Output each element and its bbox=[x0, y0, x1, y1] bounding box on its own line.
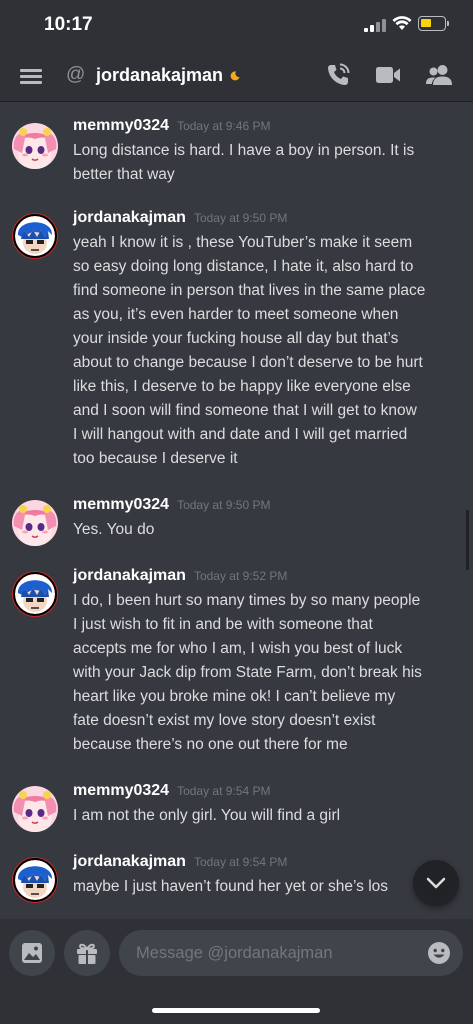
message-timestamp: Today at 9:46 PM bbox=[177, 119, 271, 133]
attach-image-button[interactable] bbox=[9, 930, 55, 976]
message-author[interactable]: memmy0324 Today at 9:54 PM bbox=[73, 782, 270, 800]
message-line: so easy doing long distance, I hate it, … bbox=[73, 258, 414, 275]
message-author[interactable]: jordanakajman Today at 9:50 PM bbox=[73, 209, 287, 227]
avatar[interactable] bbox=[12, 571, 58, 617]
pink-anime-avatar-icon bbox=[12, 786, 58, 832]
hamburger-icon[interactable] bbox=[20, 67, 42, 85]
message-line: I do, I been hurt so many times by so ma… bbox=[73, 592, 421, 609]
pink-anime-avatar-icon bbox=[12, 123, 58, 169]
message-line: better that way bbox=[73, 166, 175, 183]
message-content: yeah I know it is , these YouTuber’s mak… bbox=[73, 231, 461, 471]
status-bar: 10:17 bbox=[0, 0, 473, 50]
avatar[interactable] bbox=[12, 213, 58, 259]
message-content: I am not the only girl. You will find a … bbox=[73, 804, 461, 828]
status-time: 10:17 bbox=[44, 14, 93, 35]
wifi-icon bbox=[392, 16, 412, 30]
message-line: like this, I deserve to be happy like ev… bbox=[73, 378, 411, 395]
message-timestamp: Today at 9:50 PM bbox=[193, 211, 288, 225]
call-icon[interactable] bbox=[325, 62, 351, 88]
message-timestamp: Today at 9:54 PM bbox=[177, 784, 271, 798]
message-content: I do, I been hurt so many times by so ma… bbox=[73, 589, 461, 757]
dm-title[interactable]: jordanakajman bbox=[96, 65, 223, 86]
message-line: too because I deserve it bbox=[73, 450, 238, 467]
at-icon: @ bbox=[66, 64, 86, 85]
composer bbox=[0, 919, 473, 1024]
message-author[interactable]: memmy0324 Today at 9:50 PM bbox=[73, 496, 270, 514]
moon-icon bbox=[230, 71, 240, 81]
jump-to-bottom-button[interactable] bbox=[413, 860, 459, 906]
gift-icon bbox=[77, 943, 97, 964]
message-line: as you, it’s even harder to meet someone… bbox=[73, 306, 399, 323]
message-line: I just wish to fit in and be with someon… bbox=[73, 616, 373, 633]
blue-anime-avatar-icon bbox=[12, 571, 58, 617]
message-line: because there’s no one out there for me bbox=[73, 736, 348, 753]
signal-icon bbox=[364, 18, 386, 32]
message-line: yeah I know it is , these YouTuber’s mak… bbox=[73, 234, 413, 251]
message-line: fate doesn’t exist my love story doesn’t… bbox=[73, 712, 376, 729]
message-line: Yes. You do bbox=[73, 521, 155, 538]
message-line: maybe I just haven’t found her yet or sh… bbox=[73, 878, 389, 895]
message-line: I am not the only girl. You will find a … bbox=[73, 807, 341, 824]
avatar[interactable] bbox=[12, 786, 58, 832]
avatar[interactable] bbox=[12, 857, 58, 903]
dm-header: @ jordanakajman bbox=[0, 50, 473, 102]
message-timestamp: Today at 9:52 PM bbox=[193, 569, 288, 583]
message-line: and I soon will find someone that I will… bbox=[73, 402, 417, 419]
message-list[interactable]: memmy0324 Today at 9:46 PM Long distance … bbox=[0, 103, 473, 919]
message-content: Long distance is hard. I have a boy in p… bbox=[73, 139, 461, 187]
message-content: maybe I just haven’t found her yet or sh… bbox=[73, 875, 413, 899]
message-line: with your Jack dip from State Farm, don’… bbox=[73, 664, 422, 681]
message-author[interactable]: jordanakajman Today at 9:52 PM bbox=[73, 567, 287, 585]
message-author[interactable]: jordanakajman Today at 9:54 PM bbox=[73, 853, 287, 871]
emoji-icon[interactable] bbox=[427, 941, 451, 965]
pink-anime-avatar-icon bbox=[12, 500, 58, 546]
members-icon[interactable] bbox=[425, 62, 453, 88]
message-timestamp: Today at 9:50 PM bbox=[177, 498, 271, 512]
avatar[interactable] bbox=[12, 500, 58, 546]
message-line: about to change because I don’t deserve … bbox=[73, 354, 423, 371]
message-line: I will hangout with and date and I will … bbox=[73, 426, 408, 443]
message-line: accepts me for who I am, I wish you best… bbox=[73, 640, 403, 657]
image-icon bbox=[22, 943, 42, 963]
message-author[interactable]: memmy0324 Today at 9:46 PM bbox=[73, 117, 270, 135]
message-content: Yes. You do bbox=[73, 518, 461, 542]
message-timestamp: Today at 9:54 PM bbox=[193, 855, 288, 869]
gift-button[interactable] bbox=[64, 930, 110, 976]
message-line: heart like you broke mine ok! I can’t be… bbox=[73, 688, 396, 705]
video-icon[interactable] bbox=[375, 64, 401, 86]
message-input[interactable] bbox=[119, 930, 463, 976]
home-indicator bbox=[152, 1008, 320, 1013]
message-line: your inside your fucking house all day b… bbox=[73, 330, 399, 347]
avatar[interactable] bbox=[12, 123, 58, 169]
message-line: Long distance is hard. I have a boy in p… bbox=[73, 142, 415, 159]
blue-anime-avatar-icon bbox=[12, 857, 58, 903]
message-line: find someone in person that lives in the… bbox=[73, 282, 426, 299]
scrollbar[interactable] bbox=[466, 510, 469, 570]
chevron-down-icon bbox=[426, 877, 446, 889]
battery-icon bbox=[418, 16, 449, 31]
blue-anime-avatar-icon bbox=[12, 213, 58, 259]
